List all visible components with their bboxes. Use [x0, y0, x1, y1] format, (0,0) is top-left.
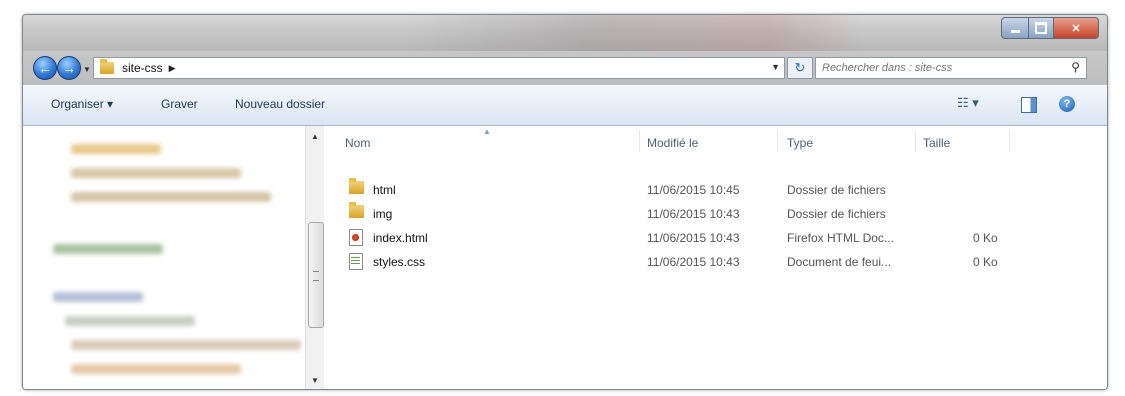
column-divider[interactable] — [1009, 130, 1010, 152]
css-file-icon — [349, 253, 363, 273]
column-header-name[interactable]: Nom — [345, 136, 370, 150]
forward-arrow-icon: → — [62, 60, 76, 76]
nav-item-blurred[interactable] — [53, 244, 163, 254]
file-name[interactable]: index.html — [373, 231, 428, 245]
column-divider[interactable] — [639, 130, 640, 152]
close-button[interactable]: ✕ — [1054, 17, 1099, 39]
nav-scrollbar[interactable]: ▲ ▼ — [305, 126, 324, 389]
title-bar-glass — [403, 15, 863, 51]
search-box[interactable]: ⚲ — [815, 57, 1087, 79]
breadcrumb-chevron-icon[interactable]: ▶ — [169, 63, 176, 74]
file-row-img[interactable]: img 11/06/2015 10:43 Dossier de fichiers — [325, 202, 1107, 226]
nav-item-blurred[interactable] — [71, 192, 271, 202]
preview-pane-icon[interactable] — [1021, 97, 1037, 113]
help-icon[interactable]: ? — [1059, 96, 1075, 112]
file-name[interactable]: html — [373, 183, 396, 197]
minimize-icon — [1010, 29, 1020, 33]
column-divider[interactable] — [915, 130, 916, 152]
file-row-html[interactable]: html 11/06/2015 10:45 Dossier de fichier… — [325, 178, 1107, 202]
forward-button[interactable]: → — [57, 56, 81, 80]
back-button[interactable]: ← — [33, 56, 57, 80]
sort-ascending-icon: ▲ — [483, 127, 491, 136]
window-controls: ✕ — [1001, 17, 1099, 39]
explorer-window: ✕ ← → ▼ site-css ▶ ▼ ↻ ⚲ Organiser ▾ Gra… — [22, 14, 1108, 390]
search-icon[interactable]: ⚲ — [1071, 60, 1080, 74]
refresh-icon: ↻ — [794, 60, 806, 75]
file-modified: 11/06/2015 10:43 — [647, 231, 740, 245]
recent-pages-dropdown[interactable]: ▼ — [83, 65, 91, 74]
minimize-button[interactable] — [1001, 17, 1029, 39]
search-input[interactable] — [820, 59, 1060, 77]
html-file-icon — [349, 229, 363, 249]
file-type: Document de feui... — [787, 255, 892, 269]
new-folder-button[interactable]: Nouveau dossier — [235, 97, 325, 111]
maximize-button[interactable] — [1029, 17, 1054, 39]
address-dropdown-icon[interactable]: ▼ — [771, 62, 780, 72]
navigation-pane — [23, 126, 324, 389]
file-type: Dossier de fichiers — [787, 183, 886, 197]
change-view-button[interactable]: ☷ ▾ — [957, 95, 979, 111]
maximize-icon — [1035, 22, 1047, 34]
folder-icon — [349, 202, 364, 221]
file-size: 0 Ko — [973, 231, 998, 245]
file-list: ▲ Nom Modifié le Type Taille html 11/06/… — [325, 126, 1107, 389]
scroll-up-icon[interactable]: ▲ — [311, 132, 319, 141]
column-divider[interactable] — [777, 130, 778, 152]
column-header-type[interactable]: Type — [787, 136, 813, 150]
burn-button[interactable]: Graver — [161, 97, 198, 111]
file-type: Dossier de fichiers — [787, 207, 886, 221]
file-type: Firefox HTML Doc... — [787, 231, 894, 245]
address-bar[interactable]: site-css ▶ ▼ — [93, 57, 785, 79]
file-row-styles-css[interactable]: styles.css 11/06/2015 10:43 Document de … — [325, 250, 1107, 274]
back-arrow-icon: ← — [38, 60, 52, 76]
scroll-thumb[interactable] — [308, 222, 324, 328]
folder-icon — [349, 178, 364, 197]
column-headers: ▲ Nom Modifié le Type Taille — [325, 126, 1107, 154]
nav-item-blurred[interactable] — [65, 316, 195, 326]
file-name[interactable]: styles.css — [373, 255, 425, 269]
column-header-modified[interactable]: Modifié le — [647, 136, 698, 150]
refresh-button[interactable]: ↻ — [787, 57, 813, 79]
address-row: ← → ▼ site-css ▶ ▼ ↻ ⚲ — [23, 51, 1107, 85]
title-bar: ✕ — [23, 15, 1107, 51]
nav-item-blurred[interactable] — [53, 292, 143, 302]
close-icon: ✕ — [1071, 22, 1081, 35]
file-size: 0 Ko — [973, 255, 998, 269]
file-modified: 11/06/2015 10:43 — [647, 207, 740, 221]
folder-icon — [100, 59, 114, 74]
scroll-down-icon[interactable]: ▼ — [311, 376, 319, 385]
column-header-size[interactable]: Taille — [923, 136, 950, 150]
nav-item-blurred[interactable] — [71, 364, 241, 374]
file-modified: 11/06/2015 10:43 — [647, 255, 740, 269]
organize-button[interactable]: Organiser ▾ — [51, 97, 113, 111]
nav-item-blurred[interactable] — [71, 168, 241, 178]
file-row-index-html[interactable]: index.html 11/06/2015 10:43 Firefox HTML… — [325, 226, 1107, 250]
scroll-grip-icon — [313, 271, 319, 281]
file-name[interactable]: img — [373, 207, 392, 221]
file-modified: 11/06/2015 10:45 — [647, 183, 740, 197]
nav-item-blurred[interactable] — [71, 340, 301, 350]
breadcrumb-site-css[interactable]: site-css — [122, 61, 163, 75]
command-bar: Organiser ▾ Graver Nouveau dossier ☷ ▾ ? — [23, 85, 1107, 126]
nav-item-blurred[interactable] — [71, 144, 161, 154]
